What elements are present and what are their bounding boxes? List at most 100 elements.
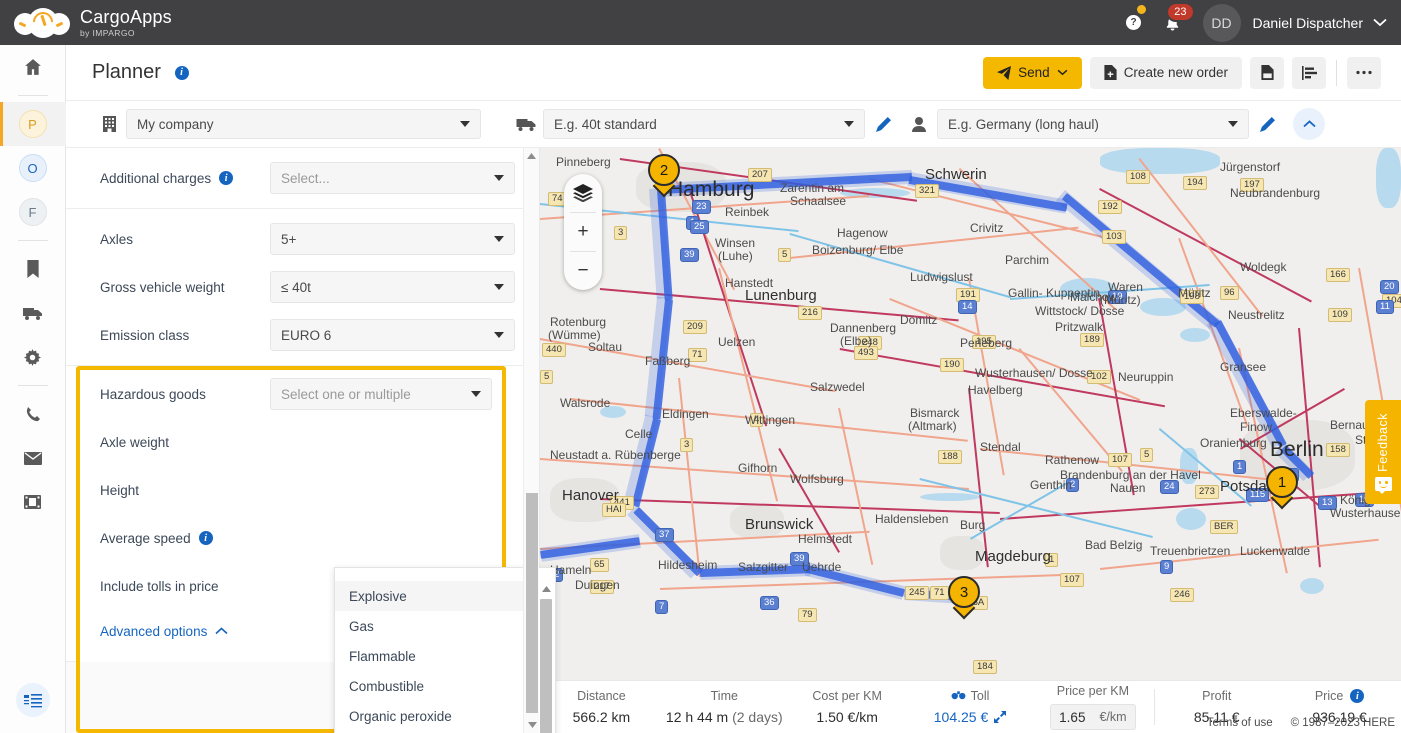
collapse-filters-button[interactable] bbox=[1293, 108, 1325, 140]
scrollbar-thumb[interactable] bbox=[526, 493, 538, 713]
map-zoom-out-button[interactable]: − bbox=[564, 252, 602, 290]
road-shield: 25 bbox=[690, 220, 709, 234]
more-options-button[interactable] bbox=[1347, 56, 1381, 89]
sidebar-item-planner[interactable]: P bbox=[0, 102, 66, 146]
map-place-label: Oranienburg bbox=[1200, 436, 1267, 450]
create-new-order-label: Create new order bbox=[1123, 65, 1228, 80]
edit-vehicle-button[interactable] bbox=[865, 116, 901, 132]
export-pdf-button[interactable] bbox=[1250, 56, 1284, 89]
sidebar-item-orders[interactable]: O bbox=[0, 146, 66, 190]
create-new-order-button[interactable]: Create new order bbox=[1089, 56, 1242, 89]
map-place-label: Eldingen bbox=[662, 407, 709, 421]
info-icon[interactable]: i bbox=[1350, 689, 1365, 703]
map-place-label: Luckenwalde bbox=[1240, 544, 1311, 558]
map-place-label: Ludwigslust bbox=[910, 270, 973, 284]
envelope-icon bbox=[23, 451, 42, 465]
vehicle-profile-value: E.g. 40t standard bbox=[554, 116, 657, 132]
list-item[interactable]: Organic peroxide bbox=[335, 701, 539, 731]
person-icon bbox=[912, 116, 926, 132]
map-place-label: (Luhe) bbox=[718, 249, 753, 263]
axle-weight-label: Axle weight bbox=[100, 434, 170, 450]
toll-value[interactable]: 104.25 € bbox=[909, 709, 1032, 725]
country-profile-select[interactable]: E.g. Germany (long haul) bbox=[937, 109, 1249, 139]
sidebar-item-bookmarks[interactable] bbox=[0, 247, 66, 291]
list-item[interactable]: Explosive bbox=[335, 581, 539, 611]
sidebar-item-video[interactable] bbox=[0, 480, 66, 524]
advanced-options-toggle[interactable]: Advanced options bbox=[100, 624, 228, 639]
vehicle-profile-select[interactable]: E.g. 40t standard bbox=[543, 109, 865, 139]
road-shield: 493 bbox=[854, 346, 878, 360]
map-place-label: Stendal bbox=[980, 440, 1021, 454]
road-shield: 71 bbox=[930, 586, 949, 600]
caret-down-icon[interactable] bbox=[524, 717, 540, 733]
map-place-label: Jürgenstorf bbox=[1220, 160, 1281, 174]
distance-value: 566.2 km bbox=[572, 709, 631, 725]
avatar[interactable]: DD bbox=[1202, 3, 1241, 42]
file-plus-icon bbox=[1104, 65, 1117, 80]
paper-plane-icon bbox=[997, 65, 1012, 80]
notifications-button[interactable]: 23 bbox=[1151, 1, 1195, 31]
map-place-label: Burg bbox=[960, 518, 986, 532]
map-place-label: Berlin bbox=[1270, 438, 1324, 461]
company-select[interactable]: My company bbox=[126, 109, 481, 139]
feedback-tab[interactable]: Feedback bbox=[1365, 400, 1401, 504]
caret-up-icon[interactable] bbox=[537, 581, 555, 597]
sidebar-item-home[interactable] bbox=[0, 45, 66, 89]
sidebar-collapse-button[interactable] bbox=[15, 683, 50, 717]
form-row-axle-weight: Axle weight bbox=[80, 418, 502, 466]
road-shield: 5 bbox=[1140, 448, 1154, 462]
road-shield: 440 bbox=[542, 343, 566, 357]
map-place-label: Duingen bbox=[575, 578, 620, 592]
axles-select[interactable]: 5+ bbox=[270, 223, 515, 255]
chevron-down-icon[interactable] bbox=[1373, 18, 1387, 27]
route-stop-pin-3[interactable]: 3 bbox=[948, 576, 980, 620]
list-item[interactable]: Combustible bbox=[335, 671, 539, 701]
gear-icon bbox=[24, 348, 41, 366]
phone-icon bbox=[25, 406, 41, 422]
info-icon[interactable]: i bbox=[219, 171, 234, 185]
expand-icon[interactable] bbox=[994, 711, 1007, 723]
road-shield: 103 bbox=[1102, 230, 1126, 244]
price-per-km-input[interactable]: 1.65 €/km bbox=[1050, 704, 1136, 730]
gross-vehicle-weight-select[interactable]: ≤ 40t bbox=[270, 271, 515, 303]
route-stop-pin-1[interactable]: 1 bbox=[1266, 466, 1298, 510]
sidebar-item-mail[interactable] bbox=[0, 436, 66, 480]
filter-bar: My company E.g. 40t standard E.g. German… bbox=[66, 101, 1401, 148]
info-icon[interactable]: i bbox=[198, 531, 213, 545]
edit-country-button[interactable] bbox=[1249, 116, 1285, 132]
map-layers-button[interactable] bbox=[564, 174, 602, 212]
sidebar-item-fleet[interactable]: F bbox=[0, 190, 66, 234]
caret-up-icon[interactable] bbox=[524, 148, 539, 164]
sidebar-item-vehicles[interactable] bbox=[0, 291, 66, 335]
rail-divider-3 bbox=[17, 385, 48, 386]
emission-class-select[interactable]: EURO 6 bbox=[270, 319, 515, 351]
time-label: Time bbox=[710, 689, 738, 703]
map-zoom-in-button[interactable]: + bbox=[564, 213, 602, 251]
brand-logo[interactable]: CargoApps by IMPARGO bbox=[0, 7, 205, 38]
info-icon[interactable]: i bbox=[174, 65, 189, 80]
list-item[interactable]: Gas bbox=[335, 611, 539, 641]
route-map[interactable]: 74 3 1 23 25 39 5 207 321 108 194 197 19… bbox=[540, 148, 1401, 733]
map-place-label: Winsen bbox=[715, 236, 756, 250]
chevron-down-icon bbox=[1057, 69, 1068, 76]
road-shield: 3 bbox=[614, 226, 628, 240]
sidebar-item-settings[interactable] bbox=[0, 335, 66, 379]
form-scrollbar[interactable] bbox=[523, 148, 539, 733]
send-button[interactable]: Send bbox=[983, 56, 1082, 89]
dropdown-scrollbar[interactable] bbox=[537, 581, 555, 733]
sidebar-item-phone[interactable] bbox=[0, 392, 66, 436]
scrollbar-thumb[interactable] bbox=[540, 599, 552, 733]
user-name[interactable]: Daniel Dispatcher bbox=[1253, 15, 1364, 31]
terms-of-use-link[interactable]: Terms of use bbox=[1207, 717, 1273, 729]
route-stop-pin-2[interactable]: 2 bbox=[648, 154, 680, 198]
statistics-button[interactable] bbox=[1292, 56, 1326, 89]
list-item[interactable]: Flammable bbox=[335, 641, 539, 671]
additional-charges-select[interactable]: Select... bbox=[270, 162, 515, 194]
page-title: Planner i bbox=[92, 61, 189, 84]
map-place-label: Wusterhausen bbox=[1330, 506, 1401, 520]
road-shield: 36 bbox=[760, 596, 779, 610]
driver-button[interactable] bbox=[901, 116, 937, 132]
hazardous-goods-select[interactable]: Select one or multiple bbox=[270, 378, 492, 410]
help-button[interactable]: ? bbox=[1117, 5, 1151, 30]
road-shield: 11 bbox=[1376, 300, 1394, 314]
